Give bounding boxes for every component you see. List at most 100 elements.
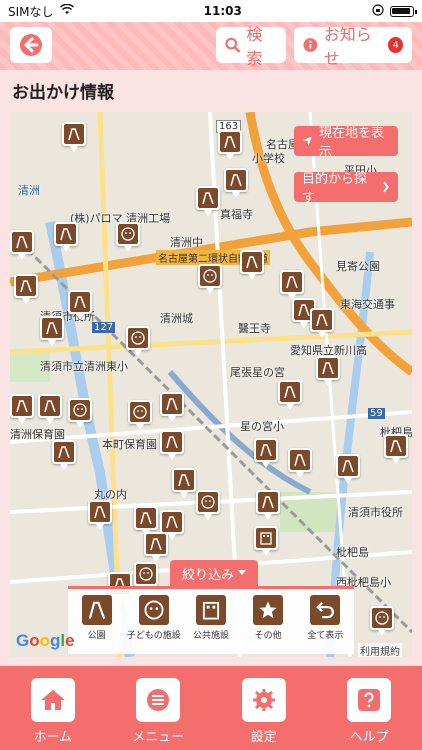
map-label: 59 xyxy=(368,408,385,419)
map-label: 星の宮小 xyxy=(240,420,284,433)
park-pin[interactable] xyxy=(10,394,34,424)
park-pin[interactable] xyxy=(256,490,280,520)
google-logo: Google xyxy=(16,631,75,650)
slide-icon xyxy=(202,192,214,205)
park-pin[interactable] xyxy=(38,394,62,424)
slide-icon xyxy=(74,296,86,309)
child-face-icon xyxy=(121,227,135,241)
child-facility-pin[interactable] xyxy=(116,222,140,252)
park-pin[interactable] xyxy=(218,130,242,160)
filter-child-facility-label: 子どもの施設 xyxy=(126,631,181,641)
slide-icon xyxy=(16,400,28,413)
child-face-icon xyxy=(139,567,153,581)
news-button[interactable]: お知らせ 4 xyxy=(294,25,412,68)
search-icon xyxy=(225,37,241,53)
park-pin[interactable] xyxy=(10,230,34,260)
map-label: 清洲 xyxy=(18,184,40,197)
map-label: 東海交通事 xyxy=(340,298,395,311)
park-pin[interactable] xyxy=(40,316,64,346)
tab-settings[interactable]: 設定 xyxy=(219,666,309,750)
slide-icon xyxy=(16,236,28,249)
park-pin[interactable] xyxy=(54,222,78,252)
map-label: 真福寺 xyxy=(220,208,253,221)
slide-icon xyxy=(60,228,72,241)
filter-park-label: 公園 xyxy=(87,631,106,641)
slide-icon xyxy=(322,362,334,375)
caret-down-icon xyxy=(238,570,246,575)
park-pin[interactable] xyxy=(278,380,302,410)
slide-icon xyxy=(316,314,328,327)
status-bar: SIMなし 11:03 xyxy=(0,0,422,22)
child-facility-pin[interactable] xyxy=(196,490,220,520)
park-pin[interactable] xyxy=(240,250,264,280)
park-pin[interactable] xyxy=(14,274,38,304)
park-pin[interactable] xyxy=(52,440,76,470)
header: 検索 お知らせ 4 xyxy=(0,22,422,70)
park-pin[interactable] xyxy=(280,270,304,300)
slide-icon xyxy=(260,444,272,457)
park-pin[interactable] xyxy=(172,468,196,498)
filter-child-facility[interactable]: 子どもの施設 xyxy=(126,595,181,654)
back-button[interactable] xyxy=(10,27,52,63)
child-facility-pin[interactable] xyxy=(68,398,92,428)
slide-icon xyxy=(284,386,296,399)
search-by-purpose-button[interactable]: 目的から探す xyxy=(294,172,398,206)
park-pin[interactable] xyxy=(160,430,184,460)
building-icon xyxy=(260,532,272,545)
filter-other-label: その他 xyxy=(254,631,282,641)
tab-home[interactable]: ホーム xyxy=(8,666,98,750)
child-facility-pin[interactable] xyxy=(128,400,152,430)
park-pin[interactable] xyxy=(144,532,168,562)
lock-rotation-icon xyxy=(372,3,384,19)
filter-park[interactable]: 公園 xyxy=(71,595,123,654)
park-pin[interactable] xyxy=(254,438,278,468)
filter-toggle-label: 絞り込み xyxy=(181,567,234,583)
park-pin[interactable] xyxy=(160,392,184,422)
home-icon xyxy=(40,690,65,710)
child-facility-pin[interactable] xyxy=(126,326,150,356)
park-pin[interactable] xyxy=(336,454,360,484)
child-facility-pin[interactable] xyxy=(198,264,222,294)
child-face-icon xyxy=(375,611,389,625)
park-pin[interactable] xyxy=(196,186,220,216)
gear-icon xyxy=(252,689,275,711)
park-pin[interactable] xyxy=(224,168,248,198)
search-button[interactable]: 検索 xyxy=(216,25,286,68)
filter-toggle-button[interactable]: 絞り込み xyxy=(170,560,258,586)
park-pin[interactable] xyxy=(62,122,86,152)
filter-show-all[interactable]: 全て表示 xyxy=(299,595,351,654)
public-facility-pin[interactable] xyxy=(254,526,278,556)
tab-help[interactable]: ヘルプ xyxy=(324,666,414,750)
return-icon xyxy=(316,602,335,619)
park-pin[interactable] xyxy=(88,500,112,530)
slide-icon xyxy=(44,400,56,413)
tab-help-label: ヘルプ xyxy=(349,730,389,745)
tab-menu[interactable]: メニュー xyxy=(113,666,203,750)
child-face-icon xyxy=(133,405,147,419)
filter-show-all-label: 全て表示 xyxy=(307,631,344,641)
news-button-label: お知らせ xyxy=(323,25,372,68)
location-arrow-icon xyxy=(302,136,313,146)
show-current-location-button[interactable]: 現在地を表示 xyxy=(294,126,398,160)
map-label: 清須市立清洲東小 xyxy=(40,360,128,373)
map-label: 小学校 xyxy=(252,152,285,165)
map-view[interactable]: 名古屋 小学校 平田小 清洲 真福寺 (株)パロマ 清洲工場 清洲中 名古屋第二… xyxy=(10,112,412,657)
park-pin[interactable] xyxy=(384,434,408,464)
filter-public-facility[interactable]: 公共施設 xyxy=(185,595,237,654)
park-pin[interactable] xyxy=(316,356,340,386)
bottom-tab-bar: ホーム メニュー 設定 ヘルプ xyxy=(0,666,422,750)
show-current-location-label: 現在地を表示 xyxy=(318,126,384,160)
map-label: 醫王寺 xyxy=(238,322,271,335)
child-facility-pin[interactable] xyxy=(370,606,394,636)
clock: 11:03 xyxy=(203,4,242,18)
park-pin[interactable] xyxy=(310,308,334,338)
slide-icon xyxy=(68,128,80,141)
info-icon xyxy=(303,38,318,52)
tab-settings-label: 設定 xyxy=(250,730,277,745)
filter-other[interactable]: その他 xyxy=(242,595,294,654)
battery-icon xyxy=(390,5,417,17)
terms-link[interactable]: 利用規約 xyxy=(358,643,402,657)
park-pin[interactable] xyxy=(288,448,312,478)
tab-menu-label: メニュー xyxy=(132,730,185,745)
park-pin[interactable] xyxy=(68,290,92,320)
